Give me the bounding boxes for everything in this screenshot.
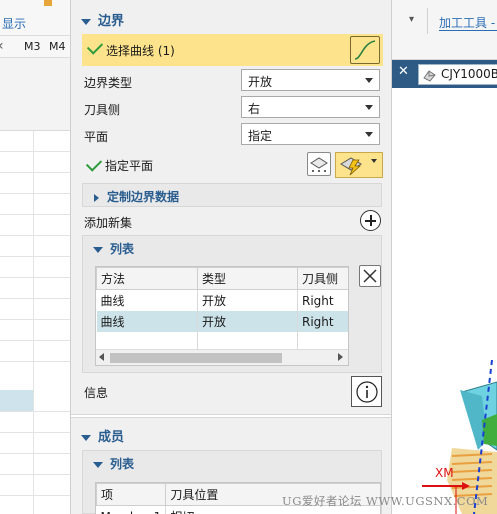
info-button[interactable] — [351, 376, 382, 407]
collapse-triangle-icon[interactable] — [93, 461, 103, 468]
collapse-triangle-icon[interactable] — [93, 246, 103, 253]
curve-icon — [354, 40, 376, 60]
forum-watermark: UG爱好者论坛 WWW.UGSNX.COM — [282, 494, 489, 508]
plane-dialog-button[interactable] — [307, 152, 331, 176]
3d-model-view[interactable] — [392, 360, 497, 514]
select-curve-row[interactable]: 选择曲线 (1) — [82, 34, 383, 66]
members-section-title: 成员 — [98, 430, 125, 445]
chevron-down-icon — [365, 78, 373, 83]
tab-body[interactable]: CJY1000B — [418, 64, 497, 85]
select-curve-label: 选择曲线 (1) — [106, 44, 175, 58]
boundary-type-label: 边界类型 — [84, 76, 133, 90]
boundary-section-header[interactable]: 边界 — [81, 10, 124, 29]
boundary-type-select[interactable]: 开放 — [241, 69, 380, 91]
tab-label: CJY1000B — [441, 67, 497, 81]
check-icon — [85, 155, 103, 172]
column-header-type[interactable]: 类型 — [197, 267, 298, 290]
machining-tools-menu[interactable]: 加工工具 - c — [439, 14, 497, 31]
left-toolbar: 显示 — [0, 0, 70, 36]
chevron-down-icon[interactable] — [371, 159, 377, 163]
display-menu-label[interactable]: 显示 — [2, 15, 26, 32]
boundary-list-title: 列表 — [110, 242, 135, 256]
collapse-triangle-icon[interactable] — [81, 18, 91, 25]
select-curve-button[interactable] — [350, 36, 380, 64]
plane-icon — [310, 157, 328, 172]
cell-type: 开放 — [197, 289, 298, 311]
tool-side-value: 右 — [248, 102, 261, 116]
tool-side-label: 刀具侧 — [84, 103, 121, 117]
plane-select[interactable]: 指定 — [241, 123, 380, 145]
column-header-tool-side[interactable]: 刀具侧 — [297, 267, 348, 290]
axis-label-xm: XM — [435, 466, 454, 480]
horizontal-scrollbar[interactable] — [96, 349, 348, 365]
lightning-plane-icon — [340, 157, 362, 176]
part-file-icon — [423, 70, 436, 82]
column-header-method[interactable]: 方法 — [96, 267, 198, 290]
cell-tool-side: Right — [297, 289, 348, 311]
info-label: 信息 — [84, 386, 109, 400]
check-icon — [86, 38, 104, 55]
cell-type: 开放 — [197, 311, 298, 332]
remove-item-button[interactable] — [359, 265, 381, 287]
boundary-section-title: 边界 — [98, 14, 125, 29]
table-row[interactable]: 曲线 开放 Right — [96, 311, 348, 332]
cell-item: Member 1 — [96, 505, 167, 514]
table-row[interactable]: 曲线 开放 Right — [96, 289, 348, 311]
orange-marker-icon — [44, 0, 52, 6]
section-divider — [71, 414, 391, 418]
chevron-down-icon — [365, 132, 373, 137]
plane-value: 指定 — [248, 129, 273, 143]
column-header-item[interactable]: 项 — [96, 483, 167, 506]
selected-grid-cell[interactable] — [0, 390, 33, 411]
members-section-header[interactable]: 成员 — [81, 426, 124, 445]
boundary-type-value: 开放 — [248, 75, 273, 89]
cell-method: 曲线 — [96, 289, 198, 311]
boundary-dialog: 边界 选择曲线 (1) 边界类型 开放 刀具侧 右 平面 指定 指定平面 定制边… — [70, 0, 392, 514]
add-new-set-button[interactable] — [360, 210, 381, 231]
custom-boundary-label: 定制边界数据 — [107, 190, 180, 204]
scroll-left-icon[interactable] — [99, 353, 104, 361]
collapse-triangle-icon[interactable] — [81, 434, 91, 441]
close-tab-icon[interactable]: ✕ — [398, 64, 409, 79]
chevron-left-icon[interactable]: ‹ — [0, 38, 4, 54]
close-icon — [363, 269, 377, 283]
inferred-plane-button[interactable] — [335, 152, 383, 178]
boundary-list-panel: 列表 方法 类型 刀具侧 曲线 开放 Right 曲线 开放 Right — [82, 235, 382, 373]
chevron-down-icon — [365, 105, 373, 110]
document-tab[interactable]: ✕ CJY1000B — [392, 60, 497, 88]
expand-triangle-icon — [94, 193, 99, 202]
scrollbar-thumb[interactable] — [110, 353, 282, 363]
plane-label: 平面 — [84, 130, 109, 144]
info-icon — [356, 381, 378, 403]
add-new-set-label: 添加新集 — [84, 216, 133, 230]
boundary-list-table: 方法 类型 刀具侧 曲线 开放 Right 曲线 开放 Right — [96, 267, 348, 352]
custom-boundary-data-row[interactable]: 定制边界数据 — [82, 183, 382, 207]
members-list-title: 列表 — [110, 457, 135, 471]
specify-plane-label: 指定平面 — [105, 159, 154, 173]
scroll-right-icon[interactable] — [338, 353, 343, 361]
dropdown-arrow-icon[interactable]: ▾ — [409, 14, 414, 25]
boundary-list-table-container: 方法 类型 刀具侧 曲线 开放 Right 曲线 开放 Right — [95, 266, 349, 366]
cell-method: 曲线 — [96, 311, 198, 332]
left-toolbar-row: ‹ M3 M4 — [0, 36, 70, 58]
toolbar-label-m3[interactable]: M3 — [24, 40, 41, 53]
right-ribbon: ▾ 加工工具 - c — [392, 0, 497, 60]
toolbar-label-m4[interactable]: M4 — [49, 40, 66, 53]
tool-side-select[interactable]: 右 — [241, 96, 380, 118]
cell-tool-side: Right — [297, 311, 348, 332]
left-spreadsheet-grid — [0, 130, 70, 514]
